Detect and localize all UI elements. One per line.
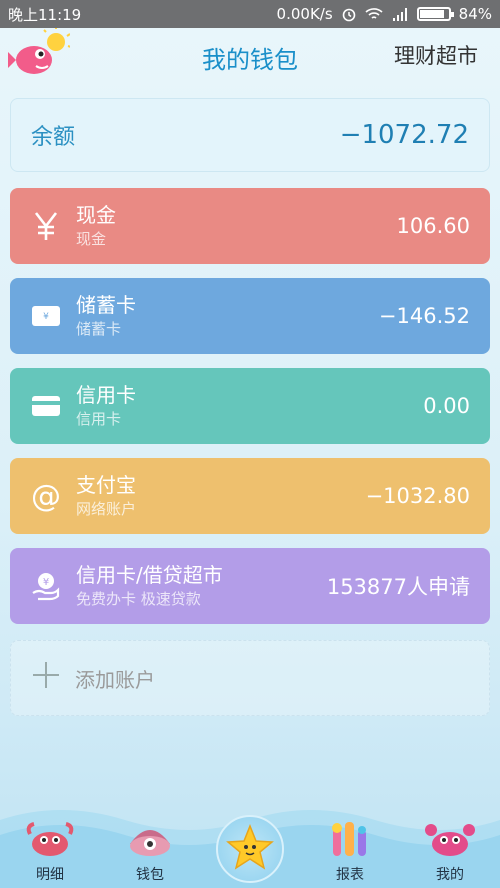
tab-label: 钱包: [136, 867, 164, 883]
account-name: 现金: [76, 203, 116, 227]
account-name: 信用卡/借贷超市: [76, 563, 223, 587]
crab-icon: [26, 822, 74, 856]
account-amount: −1032.80: [365, 484, 470, 508]
tab-wallet[interactable]: 钱包: [110, 820, 190, 884]
account-card-loan-market[interactable]: ¥ 信用卡/借贷超市 免费办卡 极速贷款 153877人申请: [10, 548, 490, 624]
balance-value: −1072.72: [339, 120, 469, 150]
account-card-savings[interactable]: ¥ 储蓄卡 储蓄卡 −146.52: [10, 278, 490, 354]
tab-label: 报表: [336, 867, 364, 883]
battery-percent: 84%: [458, 5, 492, 23]
tab-reports[interactable]: 报表: [310, 820, 390, 884]
yen-icon: [30, 210, 62, 242]
account-amount: −146.52: [378, 304, 470, 328]
account-card-alipay[interactable]: @ 支付宝 网络账户 −1032.80: [10, 458, 490, 534]
account-amount: 153877人申请: [326, 575, 470, 599]
at-icon: @: [31, 478, 61, 514]
crab-pink-icon: [425, 824, 475, 856]
bank-card-icon: ¥: [30, 300, 62, 332]
tab-label: 我的: [436, 867, 464, 883]
status-bar: 晚上11:19 0.00K/s 84%: [0, 0, 500, 28]
signal-icon: [392, 8, 407, 21]
tab-details[interactable]: 明细: [10, 820, 90, 884]
loan-hand-icon: ¥: [30, 570, 62, 602]
battery-icon: [416, 7, 454, 21]
account-name: 支付宝: [76, 473, 136, 497]
coral-icon: [332, 822, 366, 856]
shell-icon: [130, 830, 170, 856]
add-account-label: 添加账户: [75, 667, 155, 692]
add-account-button[interactable]: 添加账户: [10, 640, 490, 716]
tab-label: 明细: [36, 867, 64, 883]
account-card-cash[interactable]: 现金 现金 106.60: [10, 188, 490, 264]
tab-mine[interactable]: 我的: [410, 820, 490, 884]
starfish-icon: [226, 823, 274, 870]
header: 我的钱包 理财超市: [0, 28, 500, 88]
wifi-icon: [365, 8, 383, 19]
account-sub: 储蓄卡: [76, 320, 122, 338]
network-speed: 0.00K/s: [276, 5, 333, 23]
account-card-credit[interactable]: 信用卡 信用卡 0.00: [10, 368, 490, 444]
balance-card[interactable]: 余额 −1072.72: [10, 98, 490, 172]
alarm-icon: [342, 8, 355, 22]
svg-text:¥: ¥: [43, 577, 49, 588]
add-record-button[interactable]: [216, 815, 284, 883]
account-sub: 网络账户: [76, 500, 137, 518]
status-time: 晚上11:19: [8, 5, 82, 24]
credit-card-icon: [30, 390, 62, 422]
account-sub: 信用卡: [76, 410, 122, 428]
account-amount: 106.60: [396, 214, 470, 238]
account-sub: 免费办卡 极速贷款: [76, 590, 201, 608]
account-amount: 0.00: [423, 394, 470, 418]
account-sub: 现金: [76, 230, 107, 248]
plus-icon: [31, 660, 61, 697]
account-name: 储蓄卡: [76, 293, 136, 317]
svg-text:¥: ¥: [43, 312, 49, 322]
finance-market-link[interactable]: 理财超市: [394, 40, 478, 70]
account-name: 信用卡: [76, 383, 136, 407]
balance-label: 余额: [31, 125, 76, 150]
